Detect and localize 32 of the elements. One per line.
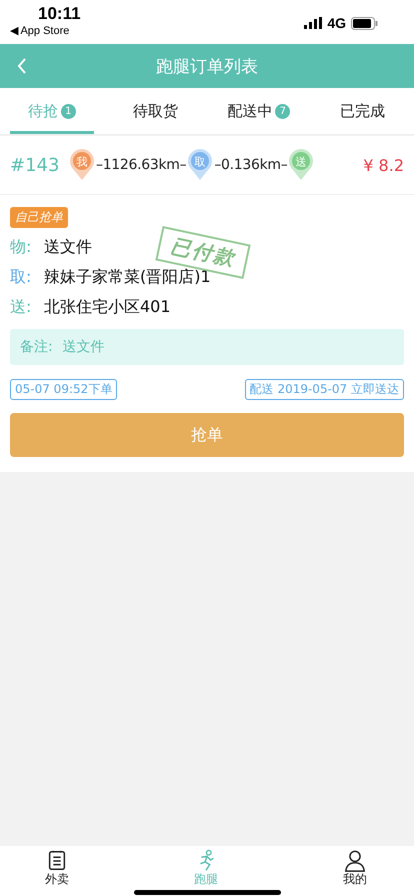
location-pin: 取 (186, 149, 214, 181)
field-label: 取: (10, 266, 32, 288)
battery-icon (351, 16, 378, 30)
count-badge: 1 (60, 104, 76, 118)
distance-label: –1126.63km– (96, 157, 186, 173)
price: ¥ 8.2 (363, 156, 404, 174)
field-value: 送文件 (44, 236, 92, 258)
location-pin: 送 (287, 149, 316, 181)
distance-label: –0.136km– (214, 157, 288, 173)
note-text: 送文件 (62, 338, 105, 356)
tab-bar-item[interactable]: 我的 (343, 846, 367, 886)
order-time: 05-07 09:52下单 (10, 379, 118, 400)
field-label: 送: (10, 296, 32, 318)
back-to-app-link[interactable]: ◀ App Store (10, 24, 81, 37)
note-label: 备注: (20, 338, 53, 356)
network-type: 4G (327, 15, 346, 31)
count-badge: 7 (275, 104, 290, 118)
signal-icon (304, 17, 322, 29)
tab-bar-item[interactable]: 外卖 (45, 846, 69, 886)
order-number: #143 (10, 154, 60, 176)
field-label: 物: (10, 236, 32, 258)
order-status-tab[interactable]: 已完成 (320, 88, 404, 134)
order-status-tab[interactable]: 配送中 7 (217, 88, 300, 134)
clock-time: 10:11 (37, 4, 81, 24)
person-icon (343, 849, 367, 872)
page-title: 跑腿订单列表 (156, 56, 258, 78)
order-status-tab[interactable]: 待取货 (114, 88, 197, 134)
grab-tag: 自己抢单 (10, 207, 68, 228)
location-pin: 我 (68, 149, 96, 181)
delivery-time: 配送 2019-05-07 立即送达 (244, 379, 404, 400)
back-icon[interactable] (17, 58, 27, 74)
field-value: 北张住宅小区401 (44, 296, 171, 318)
